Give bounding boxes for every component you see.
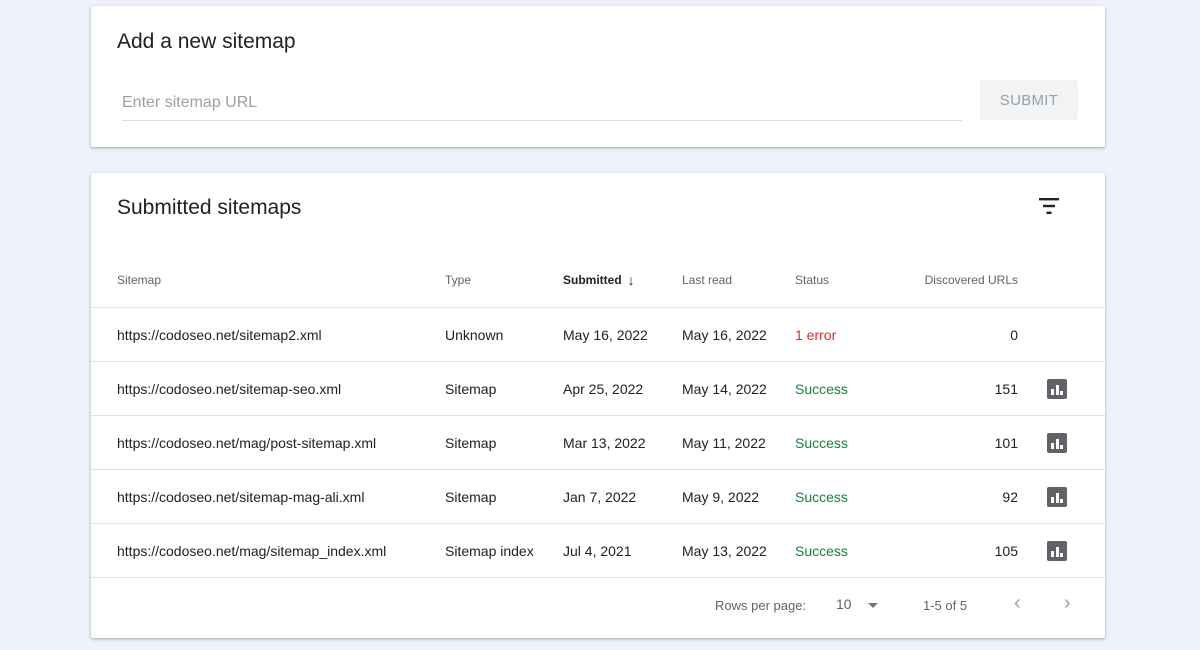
discovered-urls-cell: 0 bbox=[885, 307, 1028, 362]
bar-chart-icon[interactable] bbox=[1047, 432, 1067, 453]
status-cell: Success bbox=[795, 415, 885, 470]
bar-chart-icon[interactable] bbox=[1047, 378, 1067, 399]
table-row[interactable]: https://codoseo.net/sitemap2.xml Unknown M… bbox=[91, 307, 1105, 362]
sitemaps-table: Sitemap Type Submitted ↓ Last read Status… bbox=[91, 252, 1105, 578]
last-read-cell: May 9, 2022 bbox=[682, 469, 795, 524]
type-cell: Sitemap index bbox=[445, 523, 563, 578]
chevron-right-icon[interactable]: › bbox=[1064, 592, 1071, 615]
status-cell: 1 error bbox=[795, 307, 885, 362]
table-row[interactable]: https://codoseo.net/sitemap-mag-ali.xml S… bbox=[91, 469, 1105, 524]
last-read-cell: May 14, 2022 bbox=[682, 361, 795, 416]
report-cell bbox=[1028, 469, 1105, 524]
submitted-date-cell: Mar 13, 2022 bbox=[563, 415, 682, 470]
submit-button[interactable]: SUBMIT bbox=[980, 80, 1078, 120]
report-cell bbox=[1028, 307, 1105, 362]
submitted-date-cell: Jan 7, 2022 bbox=[563, 469, 682, 524]
rows-per-page-value: 10 bbox=[836, 596, 852, 612]
table-row[interactable]: https://codoseo.net/mag/post-sitemap.xml… bbox=[91, 415, 1105, 470]
column-header-sitemap[interactable]: Sitemap bbox=[91, 252, 445, 308]
bar-chart-icon-bar bbox=[1051, 388, 1054, 395]
submitted-date-cell: Jul 4, 2021 bbox=[563, 523, 682, 578]
submitted-sitemaps-title: Submitted sitemaps bbox=[117, 196, 302, 219]
submitted-date-cell: Apr 25, 2022 bbox=[563, 361, 682, 416]
bar-chart-icon-bar bbox=[1055, 384, 1059, 395]
bar-chart-icon-bar bbox=[1055, 492, 1059, 503]
bar-chart-icon[interactable] bbox=[1047, 486, 1067, 507]
bar-chart-icon-bar bbox=[1051, 442, 1054, 449]
bar-chart-icon-bar bbox=[1051, 550, 1054, 557]
type-cell: Sitemap bbox=[445, 415, 563, 470]
bar-chart-icon[interactable] bbox=[1047, 540, 1067, 561]
last-read-cell: May 13, 2022 bbox=[682, 523, 795, 578]
rows-per-page-select[interactable]: 10 bbox=[836, 596, 878, 612]
submitted-date-cell: May 16, 2022 bbox=[563, 307, 682, 362]
report-cell bbox=[1028, 415, 1105, 470]
status-cell: Success bbox=[795, 361, 885, 416]
pagination-range: 1-5 of 5 bbox=[923, 598, 968, 613]
chevron-down-icon bbox=[867, 602, 878, 608]
sitemap-url-cell: https://codoseo.net/mag/post-sitemap.xml bbox=[91, 415, 445, 470]
add-sitemap-card: Add a new sitemap SUBMIT bbox=[91, 6, 1105, 147]
column-header-status[interactable]: Status bbox=[795, 252, 885, 308]
column-header-report bbox=[1028, 252, 1105, 308]
table-header-row: Sitemap Type Submitted ↓ Last read Status… bbox=[91, 252, 1105, 308]
column-header-type[interactable]: Type bbox=[445, 252, 563, 308]
table-row[interactable]: https://codoseo.net/sitemap-seo.xml Sitem… bbox=[91, 361, 1105, 416]
submitted-sitemaps-card: Submitted sitemaps Sitemap Type Submitte… bbox=[91, 173, 1105, 638]
type-cell: Unknown bbox=[445, 307, 563, 362]
bar-chart-icon-bar bbox=[1060, 552, 1063, 557]
status-cell: Success bbox=[795, 523, 885, 578]
sitemap-url-cell: https://codoseo.net/sitemap-seo.xml bbox=[91, 361, 445, 416]
bar-chart-icon-bar bbox=[1060, 498, 1063, 503]
report-cell bbox=[1028, 523, 1105, 578]
column-header-submitted[interactable]: Submitted ↓ bbox=[563, 252, 682, 308]
filter-icon[interactable] bbox=[1039, 197, 1061, 215]
sort-descending-icon: ↓ bbox=[627, 271, 635, 288]
bar-chart-icon-bar bbox=[1055, 438, 1059, 449]
discovered-urls-cell: 151 bbox=[885, 361, 1028, 416]
add-sitemap-title: Add a new sitemap bbox=[117, 30, 296, 53]
last-read-cell: May 16, 2022 bbox=[682, 307, 795, 362]
chevron-left-icon[interactable]: ‹ bbox=[1014, 592, 1021, 615]
column-header-submitted-label: Submitted bbox=[563, 272, 622, 287]
bar-chart-icon-bar bbox=[1051, 496, 1054, 503]
pagination-footer: Rows per page: 10 1-5 of 5 ‹ › bbox=[91, 578, 1105, 634]
report-cell bbox=[1028, 361, 1105, 416]
column-header-discovered-urls[interactable]: Discovered URLs bbox=[885, 252, 1028, 308]
discovered-urls-cell: 92 bbox=[885, 469, 1028, 524]
type-cell: Sitemap bbox=[445, 361, 563, 416]
discovered-urls-cell: 105 bbox=[885, 523, 1028, 578]
last-read-cell: May 11, 2022 bbox=[682, 415, 795, 470]
bar-chart-icon-bar bbox=[1055, 546, 1059, 557]
discovered-urls-cell: 101 bbox=[885, 415, 1028, 470]
sitemap-url-cell: https://codoseo.net/sitemap2.xml bbox=[91, 307, 445, 362]
table-row[interactable]: https://codoseo.net/mag/sitemap_index.xm… bbox=[91, 523, 1105, 578]
bar-chart-icon-bar bbox=[1060, 444, 1063, 449]
rows-per-page-label: Rows per page: bbox=[715, 598, 807, 613]
type-cell: Sitemap bbox=[445, 469, 563, 524]
sitemap-url-input[interactable] bbox=[122, 86, 962, 121]
sitemap-url-cell: https://codoseo.net/sitemap-mag-ali.xml bbox=[91, 469, 445, 524]
status-cell: Success bbox=[795, 469, 885, 524]
column-header-last-read[interactable]: Last read bbox=[682, 252, 795, 308]
sitemap-url-cell: https://codoseo.net/mag/sitemap_index.xm… bbox=[91, 523, 445, 578]
bar-chart-icon-bar bbox=[1060, 390, 1063, 395]
